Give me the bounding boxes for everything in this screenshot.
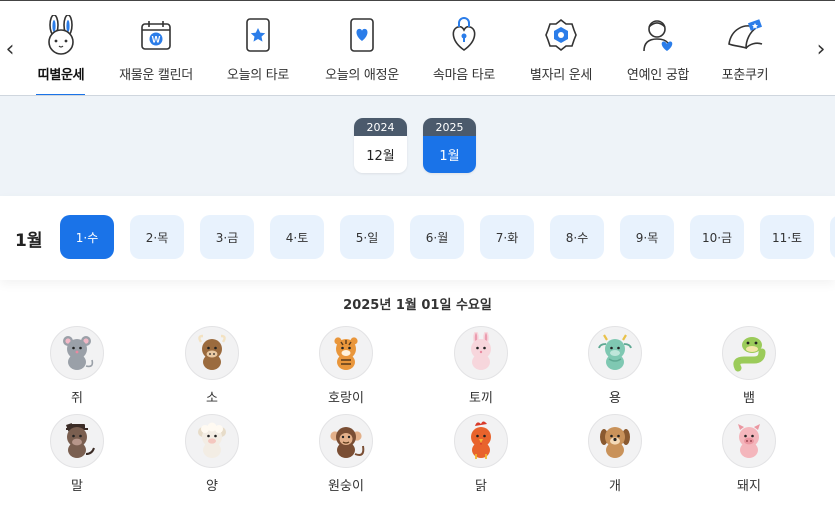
day-pill[interactable]: 10·금 — [690, 215, 744, 259]
fortune-cookie-icon — [723, 13, 767, 57]
month-year: 2025 — [423, 118, 476, 136]
zodiac-name: 소 — [206, 391, 218, 406]
nav-item-zodiac-fortune[interactable]: 띠별운세 — [21, 1, 101, 95]
nav-label: 오늘의 애정운 — [325, 68, 399, 83]
nav-label: 띠별운세 — [37, 68, 85, 83]
svg-text:W: W — [152, 35, 161, 45]
calendar-coin-icon: W — [134, 13, 178, 57]
nav-label: 포춘쿠키 — [721, 68, 769, 83]
zodiac-item[interactable]: 토끼 — [436, 326, 526, 406]
day-pill[interactable]: 7·화 — [480, 215, 534, 259]
zodiac-name: 닭 — [475, 479, 487, 494]
sheep-icon — [185, 414, 239, 468]
snake-icon — [722, 326, 776, 380]
day-pill[interactable]: 5·일 — [340, 215, 394, 259]
pig-icon — [722, 414, 776, 468]
day-pill[interactable]: 4·토 — [270, 215, 324, 259]
day-pill[interactable]: 1·수 — [60, 215, 114, 259]
heart-lock-icon — [442, 13, 486, 57]
month-card-2025-01[interactable]: 2025 1월 — [423, 118, 476, 173]
nav-item-wealth-calendar[interactable]: W 재물운 캘린더 — [109, 1, 203, 95]
horse-icon — [50, 414, 104, 468]
nav-label: 연예인 궁합 — [626, 68, 690, 83]
day-pill[interactable]: 6·월 — [410, 215, 464, 259]
zodiac-item[interactable]: 닭 — [436, 414, 526, 494]
day-pill[interactable]: 8·수 — [550, 215, 604, 259]
nav-label: 별자리 운세 — [529, 68, 593, 83]
day-strip: 1월 1·수 2·목 3·금 4·토 5·일 6·월 7·화 8·수 9·목 10·금 11·토 — [0, 196, 835, 280]
tarot-heart-card-icon — [340, 13, 384, 57]
rabbit-icon — [454, 326, 508, 380]
nav-item-today-love[interactable]: 오늘의 애정운 — [314, 1, 410, 95]
day-pill[interactable]: 2·목 — [130, 215, 184, 259]
zodiac-item[interactable]: 양 — [167, 414, 257, 494]
zodiac-item[interactable]: 뱀 — [704, 326, 794, 406]
nav-label: 재물운 캘린더 — [119, 68, 193, 83]
zodiac-item[interactable]: 용 — [570, 326, 660, 406]
monkey-icon — [319, 414, 373, 468]
zodiac-name: 돼지 — [737, 479, 761, 494]
zodiac-item[interactable]: 호랑이 — [301, 326, 391, 406]
zodiac-name: 호랑이 — [328, 391, 364, 406]
day-pill[interactable]: 9·목 — [620, 215, 674, 259]
zodiac-item[interactable]: 돼지 — [704, 414, 794, 494]
zodiac-name: 말 — [71, 479, 83, 494]
rooster-icon — [454, 414, 508, 468]
nav-item-fortune-cookie[interactable]: 포춘쿠키 — [705, 1, 785, 95]
nav-item-today-tarot[interactable]: 오늘의 타로 — [215, 1, 301, 95]
zodiac-name: 용 — [609, 391, 621, 406]
tiger-icon — [319, 326, 373, 380]
zodiac-item[interactable]: 개 — [570, 414, 660, 494]
chevron-right-icon[interactable]: › — [811, 31, 831, 67]
zodiac-item[interactable]: 쥐 — [32, 326, 122, 406]
ox-icon — [185, 326, 239, 380]
zodiac-item[interactable]: 말 — [32, 414, 122, 494]
zodiac-item[interactable]: 소 — [167, 326, 257, 406]
nav-item-constellation[interactable]: 별자리 운세 — [518, 1, 604, 95]
category-nav: ‹ 띠별운세 W 재물운 캘린더 오늘의 타로 오늘의 애정운 속마음 타로 별… — [0, 0, 835, 96]
zodiac-name: 쥐 — [71, 391, 83, 406]
nav-label: 속마음 타로 — [432, 68, 496, 83]
nav-label: 오늘의 타로 — [226, 68, 290, 83]
chevron-left-icon[interactable]: ‹ — [0, 31, 20, 67]
strip-month-label: 1월 — [15, 231, 43, 251]
zodiac-name: 개 — [609, 479, 621, 494]
day-pill[interactable]: 11·토 — [760, 215, 814, 259]
nav-item-celebrity-match[interactable]: 연예인 궁합 — [615, 1, 701, 95]
dog-icon — [588, 414, 642, 468]
person-heart-icon — [636, 13, 680, 57]
zodiac-name: 뱀 — [743, 391, 755, 406]
zodiac-item[interactable]: 원숭이 — [301, 414, 391, 494]
month-label: 12월 — [354, 136, 407, 173]
date-heading: 2025년 1월 01일 수요일 — [343, 298, 492, 313]
month-selector: 2024 12월 2025 1월 — [0, 96, 835, 196]
nav-item-inner-tarot[interactable]: 속마음 타로 — [421, 1, 507, 95]
month-card-2024-12[interactable]: 2024 12월 — [354, 118, 407, 173]
month-label: 1월 — [423, 136, 476, 173]
zodiac-name: 양 — [206, 479, 218, 494]
tarot-star-card-icon — [236, 13, 280, 57]
day-pill-overflow[interactable] — [830, 215, 835, 259]
zodiac-name: 원숭이 — [328, 479, 364, 494]
rat-icon — [50, 326, 104, 380]
rabbit-icon — [39, 13, 83, 57]
zodiac-name: 토끼 — [469, 391, 493, 406]
dragon-icon — [588, 326, 642, 380]
month-year: 2024 — [354, 118, 407, 136]
constellation-icon — [539, 13, 583, 57]
day-pill[interactable]: 3·금 — [200, 215, 254, 259]
